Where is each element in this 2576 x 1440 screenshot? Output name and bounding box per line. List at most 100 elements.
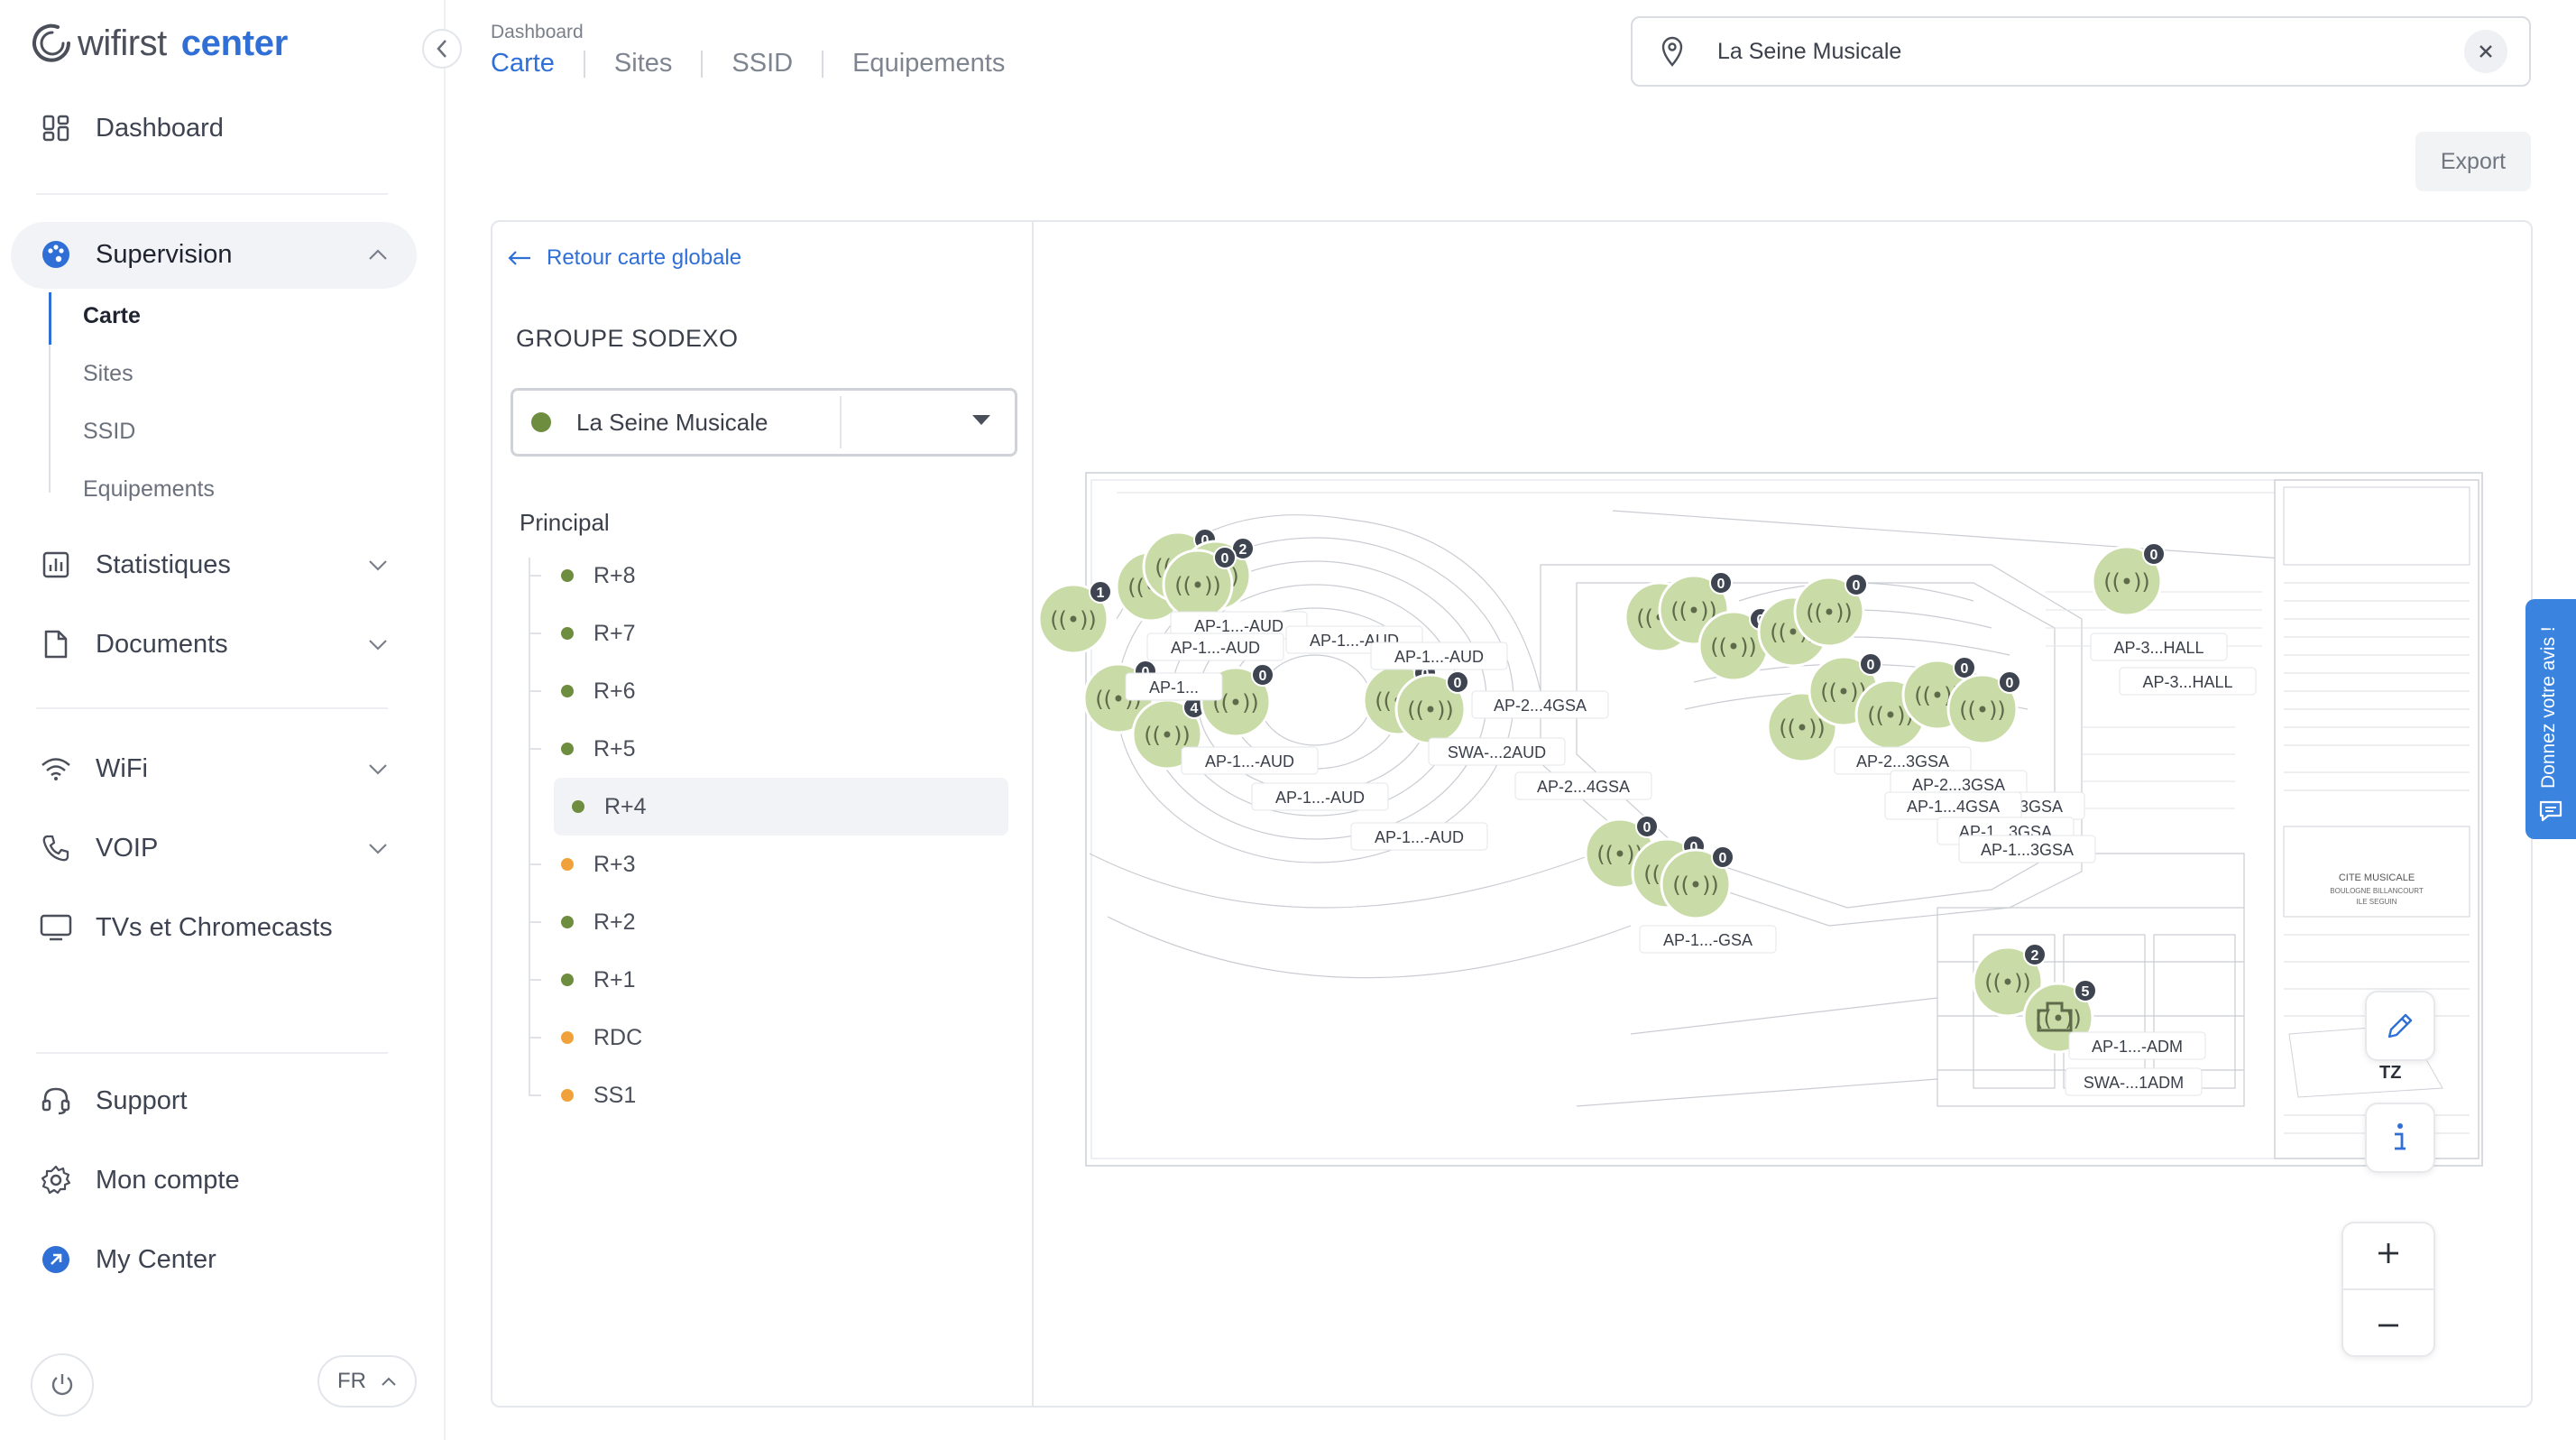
subnav-ssid[interactable]: SSID [83,419,135,445]
language-label: FR [337,1369,366,1393]
arrow-left-icon [508,251,530,265]
device-label[interactable]: AP-1... [1149,678,1199,697]
location-pin-icon [1656,35,1688,68]
tab-separator [701,50,704,78]
language-selector[interactable]: FR [317,1355,417,1408]
feedback-tab[interactable]: Donnez votre avis ! [2525,599,2576,839]
device-label[interactable]: AP-1...-AUD [1375,828,1464,846]
device-label[interactable]: AP-3...HALL [2113,639,2203,657]
divider [36,193,388,195]
device-label[interactable]: AP-1...-ADM [2092,1038,2183,1056]
floor-item-rplus1[interactable]: R+1 [529,951,1005,1009]
tab-carte[interactable]: Carte [491,49,555,78]
floor-item-rplus6[interactable]: R+6 [529,662,1005,720]
floor-item-ss1[interactable]: SS1 [529,1066,1005,1124]
floor-item-rplus2[interactable]: R+2 [529,893,1005,951]
subnav-equipements[interactable]: Equipements [83,476,215,503]
floor-plan[interactable]: CITE MUSICALE BOULOGNE BILLANCOURT ILE S… [1035,222,2533,1408]
device-label[interactable]: AP-2...3GSA [1912,776,2005,794]
nav-support-label: Support [96,1085,188,1115]
nav-support[interactable]: Support [40,1085,188,1117]
info-button[interactable] [2365,1103,2435,1173]
site-navigator: Retour carte globale GROUPE SODEXO La Se… [492,222,1034,1406]
chat-icon [2539,800,2562,822]
chevron-up-icon[interactable] [364,241,391,268]
breadcrumb[interactable]: Dashboard [491,22,584,43]
brand-logo[interactable]: wifirst center [31,20,288,67]
plan-title: CITE MUSICALE [2339,872,2415,883]
device-label[interactable]: AP-2...3GSA [1856,752,1949,771]
device-label[interactable]: AP-1...-AUD [1194,617,1283,635]
tab-sites[interactable]: Sites [614,49,672,78]
device-label[interactable]: SWA-...1ADM [2084,1074,2184,1092]
floor-item-rplus4[interactable]: R+4 [554,778,1008,835]
device-label[interactable]: AP-3...HALL [2142,673,2232,691]
device-label[interactable]: AP-1...3GSA [1981,841,2074,859]
brand-word1: wifirst [78,23,167,63]
client-count: 0 [1221,551,1229,567]
client-count: 0 [1643,820,1651,835]
brand-word2: center [180,23,289,63]
chevron-down-icon[interactable] [364,552,391,579]
wifi-signal-icon: ((•)) [2103,569,2150,595]
device-label[interactable]: AP-1...-AUD [1171,639,1260,657]
device-label[interactable]: AP-1...-AUD [1394,648,1484,666]
nav-voip[interactable]: VOIP [40,832,158,864]
device-label[interactable]: AP-1...-AUD [1205,752,1294,771]
zoom-out-icon[interactable] [2377,1314,2400,1337]
device-label[interactable]: SWA-...2AUD [1448,743,1546,762]
site-select[interactable]: La Seine Musicale [511,388,1017,457]
pencil-icon [2387,1013,2413,1038]
zoom-in-icon[interactable] [2377,1242,2400,1265]
wifi-signal-icon: ((•)) [1710,634,1757,660]
building-label: Principal [520,509,610,536]
floor-item-rplus7[interactable]: R+7 [529,605,1005,662]
clear-search-button[interactable] [2464,30,2507,73]
nav-wifi[interactable]: WiFi [40,752,148,785]
floor-item-rdc[interactable]: RDC [529,1009,1005,1066]
chevron-down-icon[interactable] [364,835,391,863]
nav-statistiques[interactable]: Statistiques [40,549,231,581]
search-input[interactable] [1717,38,2421,65]
nav-supervision[interactable]: Supervision [40,238,233,271]
collapse-sidebar-button[interactable] [422,29,462,69]
client-count: 0 [2150,548,2158,563]
back-to-global-map-link[interactable]: Retour carte globale [507,245,741,271]
floor-status-dot [561,916,574,928]
nav-dashboard[interactable]: Dashboard [40,112,224,144]
tab-ssid[interactable]: SSID [731,49,793,78]
floor-status-dot [561,627,574,640]
export-button[interactable]: Export [2415,132,2531,191]
device-label[interactable]: AP-1...4GSA [1907,798,2000,816]
nav-tvs[interactable]: TVs et Chromecasts [40,911,333,944]
subnav-sites[interactable]: Sites [83,361,133,387]
nav-mon-compte[interactable]: Mon compte [40,1164,240,1196]
nav-documents[interactable]: Documents [40,628,228,660]
dashboard-icon [40,112,72,144]
nav-my-center[interactable]: My Center [40,1243,216,1276]
group-title: GROUPE SODEXO [516,325,739,352]
tab-equipements[interactable]: Equipements [852,49,1005,78]
chevron-up-icon [382,1377,396,1386]
tree-connector [529,863,541,865]
device-label[interactable]: AP-1...-GSA [1663,931,1753,949]
top-tabs: Carte Sites SSID Equipements [491,49,1005,78]
logout-button[interactable] [31,1353,94,1417]
map-panel: Retour carte globale GROUPE SODEXO La Se… [491,220,2533,1408]
floor-item-rplus8[interactable]: R+8 [529,547,1005,605]
client-count: 0 [1853,578,1861,594]
floor-item-rplus3[interactable]: R+3 [529,835,1005,893]
wifi-signal-icon: ((•)) [1174,573,1221,598]
device-label[interactable]: AP-1...-AUD [1275,789,1365,807]
floor-label: R+2 [593,909,636,935]
chevron-down-icon[interactable] [364,632,391,659]
device-label[interactable]: AP-2...4GSA [1537,778,1630,796]
client-count: 0 [1454,676,1462,691]
chevron-down-icon[interactable] [364,756,391,783]
draw-tool-button[interactable] [2365,991,2435,1061]
client-count: 0 [1259,669,1267,684]
device-label[interactable]: AP-2...4GSA [1494,697,1587,715]
floor-item-rplus5[interactable]: R+5 [529,720,1005,778]
subnav-carte[interactable]: Carte [83,303,141,329]
floor-plan-map[interactable]: CITE MUSICALE BOULOGNE BILLANCOURT ILE S… [1035,222,2533,1408]
